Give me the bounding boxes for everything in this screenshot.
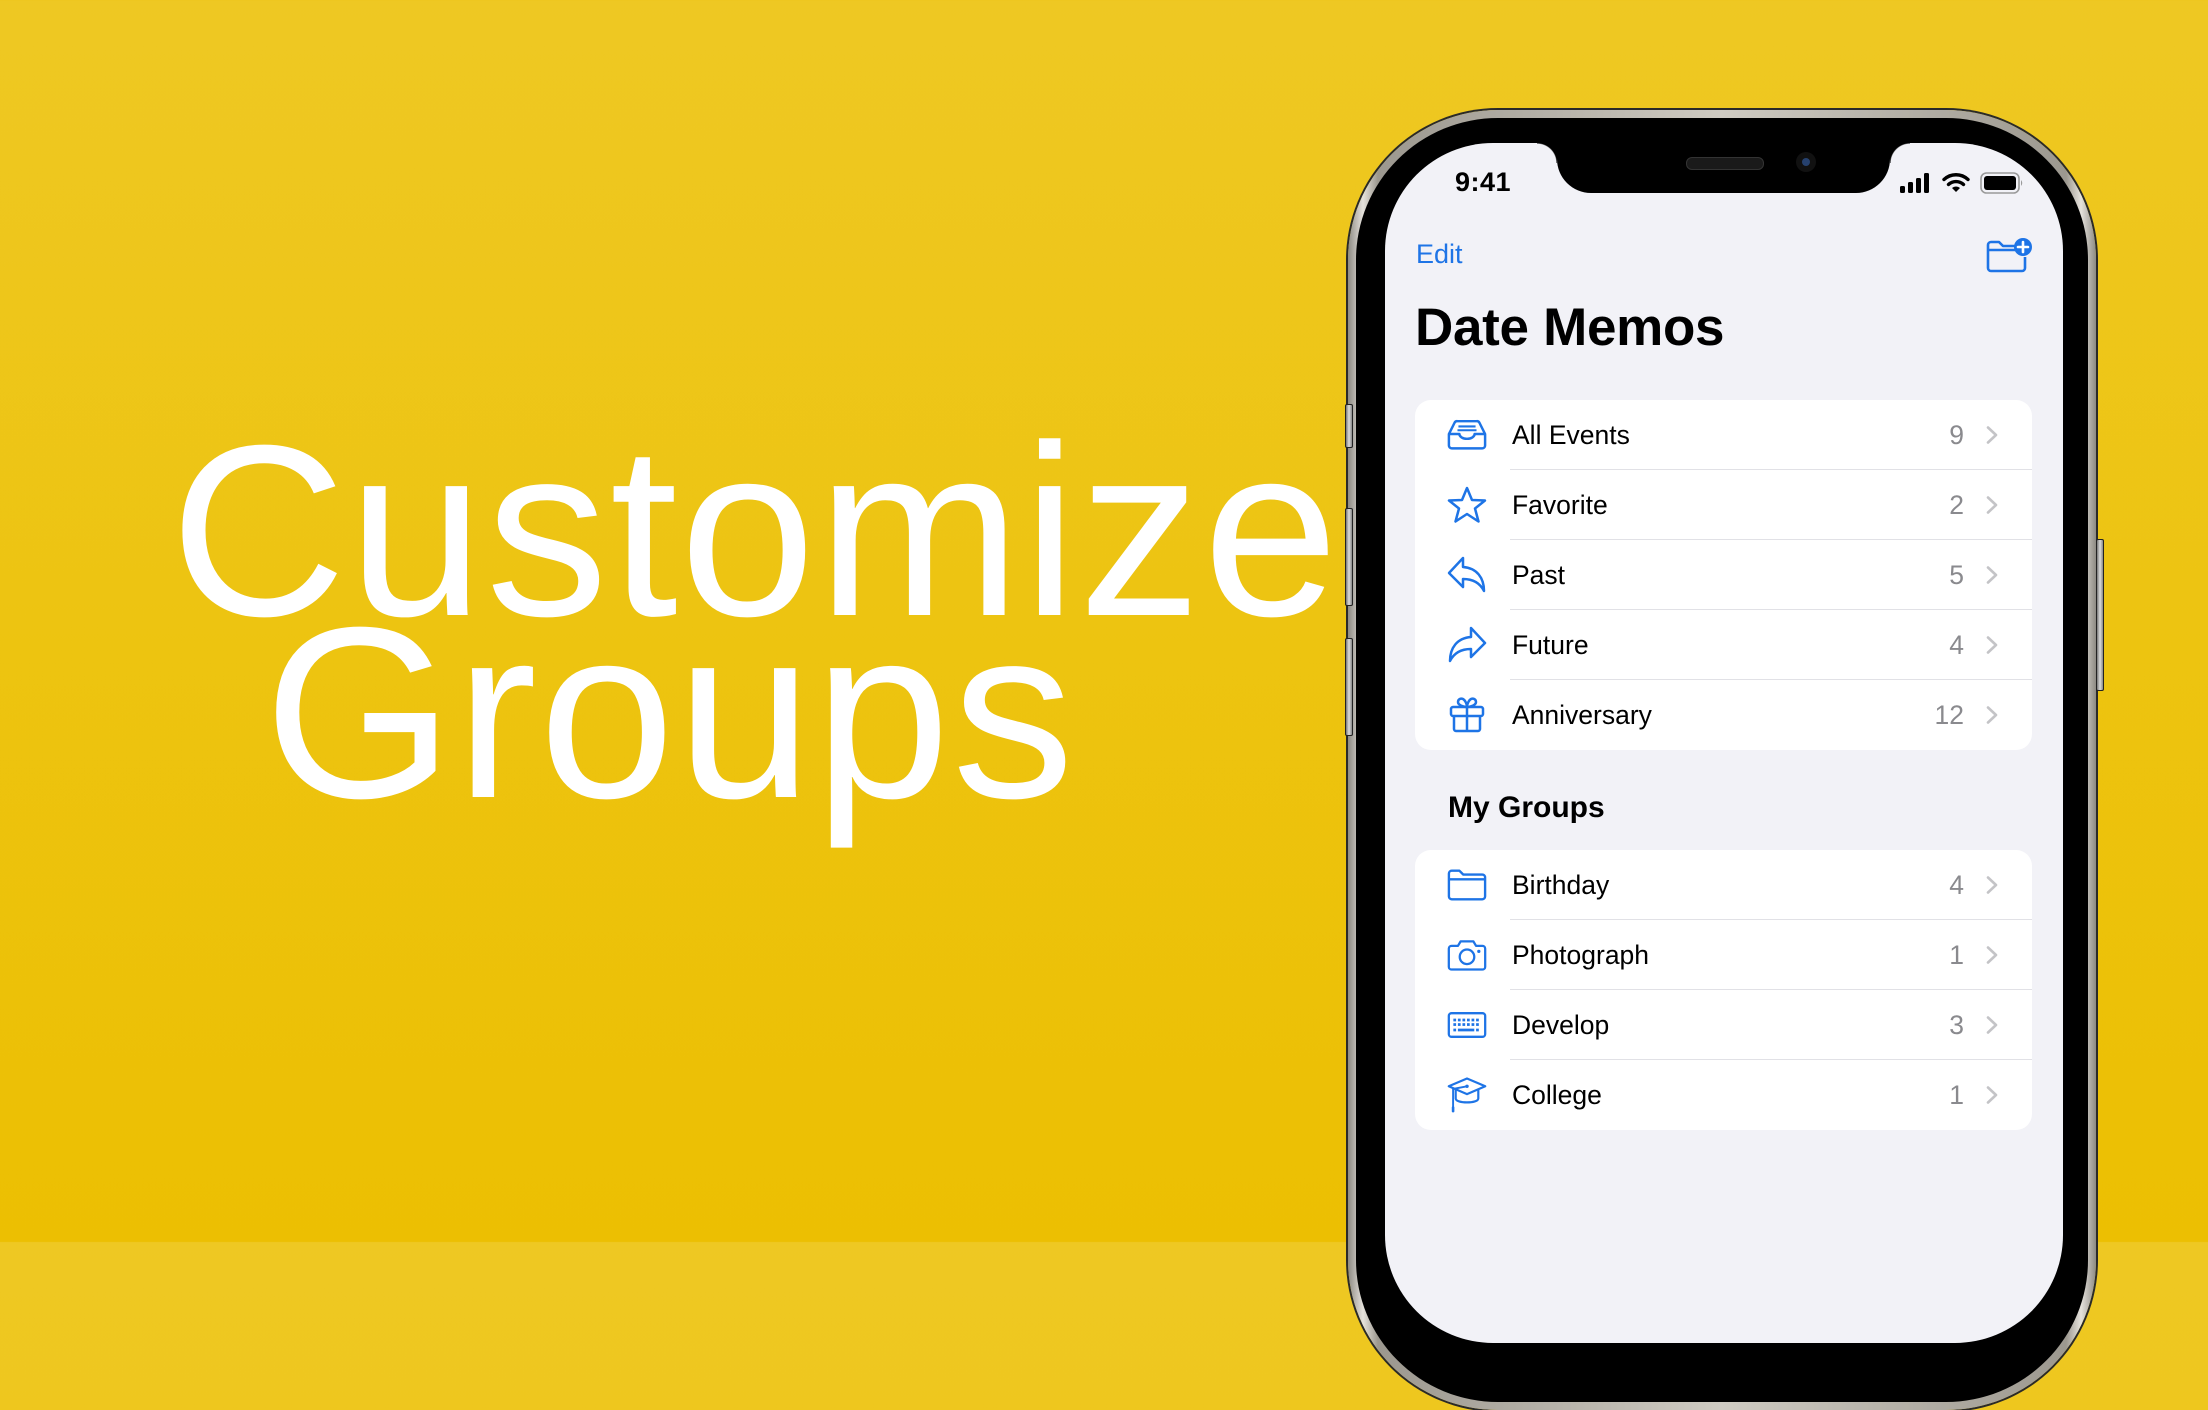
volume-up-button	[1345, 508, 1353, 606]
hero-headline: Customize Groups	[170, 409, 1339, 849]
chevron-right-icon	[1986, 566, 1998, 584]
list-item-label: College	[1512, 1079, 1602, 1110]
list-item-count: 2	[1949, 489, 1964, 520]
list-item-label: Birthday	[1512, 869, 1610, 900]
chevron-right-icon	[1986, 946, 1998, 964]
list-item-count: 9	[1949, 419, 1964, 450]
tray-icon	[1447, 415, 1487, 455]
list-item-count: 1	[1949, 939, 1964, 970]
list-item-count: 12	[1934, 699, 1964, 730]
list-item-photograph[interactable]: Photograph 1	[1415, 920, 2032, 990]
earpiece-speaker	[1686, 157, 1764, 170]
phone-screen: 9:41 Edit Date Memos All Events 9 Favori…	[1385, 143, 2063, 1343]
list-item-label: Future	[1512, 629, 1589, 660]
list-item-count: 3	[1949, 1009, 1964, 1040]
arrowshape-turn-left-icon	[1447, 555, 1487, 595]
chevron-right-icon	[1986, 1016, 1998, 1034]
arrowshape-turn-right-icon	[1447, 625, 1487, 665]
chevron-right-icon	[1986, 636, 1998, 654]
status-time: 9:41	[1455, 167, 1512, 197]
list-item-past[interactable]: Past 5	[1415, 540, 2032, 610]
chevron-right-icon	[1986, 496, 1998, 514]
folder-badge-plus-icon[interactable]	[1985, 237, 2033, 273]
edit-button[interactable]: Edit	[1416, 239, 1463, 270]
list-item-label: Develop	[1512, 1009, 1610, 1040]
cellular-signal-icon	[1900, 173, 1929, 193]
list-item-all-events[interactable]: All Events 9	[1415, 400, 2032, 470]
star-icon	[1447, 485, 1487, 525]
list-item-count: 5	[1949, 559, 1964, 590]
list-item-label: Past	[1512, 559, 1566, 590]
battery-icon	[1980, 172, 2023, 194]
list-item-favorite[interactable]: Favorite 2	[1415, 470, 2032, 540]
side-button	[2096, 539, 2104, 691]
folder-icon	[1447, 865, 1487, 905]
list-item-anniversary[interactable]: Anniversary 12	[1415, 680, 2032, 750]
status-icons	[1900, 172, 2024, 194]
volume-down-button	[1345, 638, 1353, 736]
chevron-right-icon	[1986, 426, 1998, 444]
hero-line-2: Groups	[263, 576, 1077, 849]
list-item-develop[interactable]: Develop 3	[1415, 990, 2032, 1060]
list-item-label: Favorite	[1512, 489, 1608, 520]
list-item-count: 1	[1949, 1079, 1964, 1110]
chevron-right-icon	[1986, 1086, 1998, 1104]
page-title: Date Memos	[1415, 298, 1725, 357]
section-title-my-groups: My Groups	[1448, 791, 1605, 824]
list-item-birthday[interactable]: Birthday 4	[1415, 850, 2032, 920]
list-item-label: All Events	[1512, 419, 1630, 450]
wifi-icon	[1942, 173, 1970, 192]
front-camera	[1796, 152, 1816, 172]
list-item-college[interactable]: College 1	[1415, 1060, 2032, 1130]
keyboard-icon	[1447, 1005, 1487, 1045]
list-item-label: Anniversary	[1512, 699, 1652, 730]
gift-icon	[1447, 695, 1487, 735]
list-item-count: 4	[1949, 869, 1964, 900]
notch	[1537, 143, 1910, 193]
silent-switch	[1345, 404, 1353, 448]
chevron-right-icon	[1986, 706, 1998, 724]
graduationcap-icon	[1447, 1075, 1487, 1115]
list-item-future[interactable]: Future 4	[1415, 610, 2032, 680]
my-groups-card: Birthday 4 Photograph 1 Develop 3 Colleg…	[1415, 850, 2032, 1130]
list-item-count: 4	[1949, 629, 1964, 660]
camera-icon	[1447, 935, 1487, 975]
chevron-right-icon	[1986, 876, 1998, 894]
list-item-label: Photograph	[1512, 939, 1650, 970]
smart-lists-card: All Events 9 Favorite 2 Past 5 Future 4 …	[1415, 400, 2032, 750]
